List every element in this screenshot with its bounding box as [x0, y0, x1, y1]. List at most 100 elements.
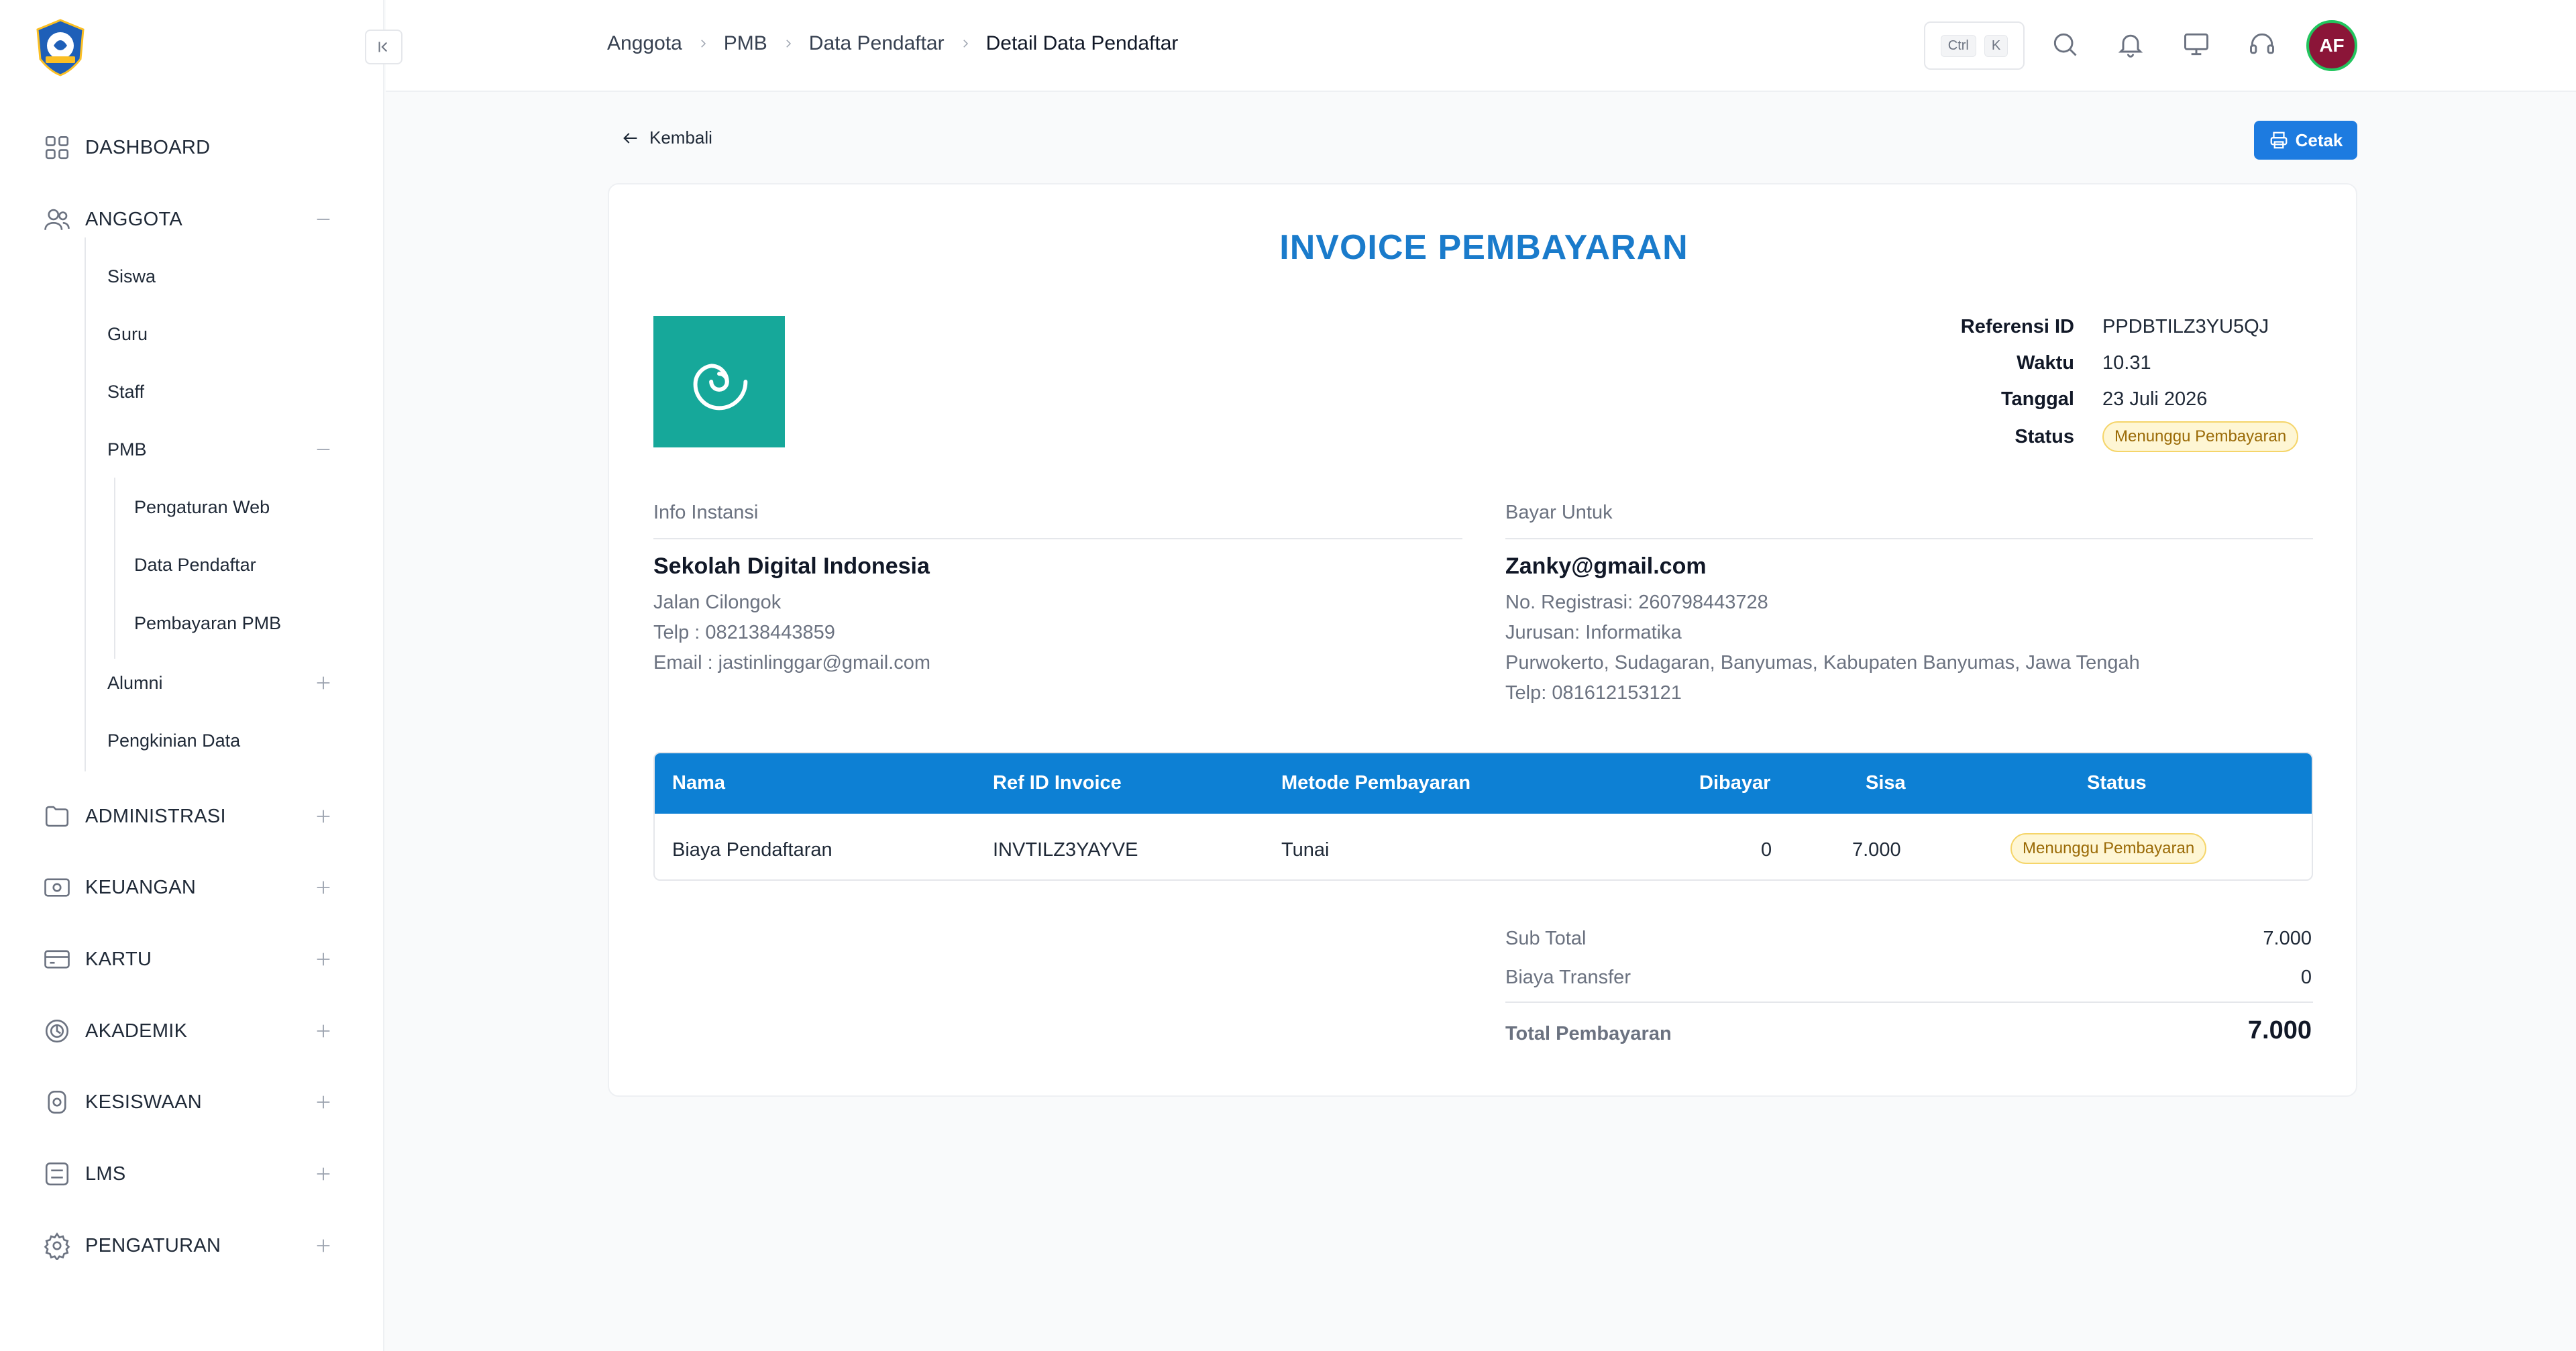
sidebar-item-label: KARTU: [85, 948, 152, 970]
breadcrumb-current: Detail Data Pendaftar: [985, 32, 1179, 54]
institution-name: Sekolah Digital Indonesia: [653, 553, 930, 579]
transfer-label: Biaya Transfer: [1505, 967, 1631, 988]
col-header-method: Metode Pembayaran: [1281, 772, 1471, 794]
payment-table: Nama Ref ID Invoice Metode Pembayaran Di…: [653, 752, 2313, 881]
plus-icon[interactable]: [314, 950, 333, 969]
payer-major: Jurusan: Informatika: [1505, 622, 1682, 643]
sidebar-item-pengaturan[interactable]: PENGATURAN: [0, 1226, 384, 1266]
cell-remaining: 7.000: [1852, 839, 1901, 861]
sidebar-item-label: DASHBOARD: [85, 136, 211, 158]
breadcrumb-pmb[interactable]: PMB: [724, 32, 767, 55]
col-header-ref: Ref ID Invoice: [993, 772, 1122, 794]
ref-id-value: PPDBTILZ3YU5QJ: [2102, 316, 2269, 337]
payer-heading: Bayar Untuk: [1505, 502, 1613, 523]
sidebar-subitem-pmb[interactable]: PMB: [107, 433, 335, 466]
sidebar-subitem-siswa[interactable]: Siswa: [107, 260, 156, 293]
plus-icon[interactable]: [314, 1165, 333, 1183]
institution-heading: Info Instansi: [653, 502, 759, 523]
academic-icon: [45, 1019, 69, 1043]
institution-email: Email : jastinlinggar@gmail.com: [653, 652, 931, 673]
print-label: Cetak: [2295, 129, 2343, 150]
avatar[interactable]: AF: [2306, 20, 2357, 71]
sidebar-item-administrasi[interactable]: ADMINISTRASI: [0, 796, 384, 836]
kbd-k: K: [1984, 34, 2008, 57]
payer-email: Zanky@gmail.com: [1505, 553, 1707, 579]
plus-icon[interactable]: [314, 878, 333, 897]
sidebar-subitem-pengaturan-web[interactable]: Pengaturan Web: [134, 490, 270, 524]
sidebar-subitem-pembayaran-pmb[interactable]: Pembayaran PMB: [134, 606, 281, 640]
sidebar-subitem-label: PMB: [107, 439, 147, 460]
sidebar-item-anggota[interactable]: ANGGOTA: [0, 199, 384, 239]
breadcrumb-anggota[interactable]: Anggota: [607, 32, 682, 55]
sidebar-item-label: PENGATURAN: [85, 1234, 221, 1256]
chevron-right-icon: [701, 40, 706, 48]
cell-status: Menunggu Pembayaran: [2010, 833, 2207, 864]
kbd-ctrl: Ctrl: [1940, 34, 1976, 57]
minus-icon[interactable]: [314, 440, 333, 459]
invoice-title: INVOICE PEMBAYARAN: [1279, 228, 1688, 267]
collapse-icon: [378, 42, 388, 52]
institution-address: Jalan Cilongok: [653, 592, 782, 613]
invoice-card: INVOICE PEMBAYARAN Referensi ID PPDBTILZ…: [608, 183, 2357, 1097]
chevron-right-icon: [963, 40, 968, 48]
date-value: 23 Juli 2026: [2102, 388, 2208, 410]
status-badge: Menunggu Pembayaran: [2102, 421, 2299, 452]
money-icon: [44, 878, 70, 897]
back-link[interactable]: Kembali: [621, 127, 712, 148]
search-icon[interactable]: [2050, 30, 2080, 59]
payer-registration: No. Registrasi: 260798443728: [1505, 592, 1768, 613]
list-icon: [45, 1162, 69, 1186]
grid-icon: [45, 136, 69, 160]
command-palette-shortcut[interactable]: Ctrl K: [1924, 21, 2025, 70]
plus-icon[interactable]: [314, 1093, 333, 1112]
subtotal-label: Sub Total: [1505, 928, 1587, 949]
sidebar-subitem-guru[interactable]: Guru: [107, 317, 148, 351]
student-icon: [48, 1090, 66, 1114]
bell-icon[interactable]: [2116, 30, 2145, 59]
plus-icon[interactable]: [314, 1022, 333, 1040]
sidebar-subitem-staff[interactable]: Staff: [107, 375, 144, 409]
support-icon[interactable]: [2247, 30, 2277, 59]
cell-paid: 0: [1761, 839, 1772, 861]
monitor-icon[interactable]: [2182, 30, 2211, 59]
divider: [653, 538, 1462, 539]
print-button[interactable]: Cetak: [2254, 121, 2357, 160]
total-value: 7.000: [2247, 1016, 2312, 1044]
sidebar-item-dashboard[interactable]: DASHBOARD: [0, 127, 384, 168]
sidebar-subitem-label: Alumni: [107, 672, 163, 693]
folder-icon: [45, 806, 69, 827]
collapse-sidebar-button[interactable]: [365, 30, 402, 64]
col-header-nama: Nama: [672, 772, 725, 794]
sidebar-item-kartu[interactable]: KARTU: [0, 939, 384, 979]
plus-icon[interactable]: [314, 1236, 333, 1255]
plus-icon[interactable]: [314, 673, 333, 692]
plus-icon[interactable]: [314, 807, 333, 826]
divider: [1505, 538, 2313, 539]
card-icon: [44, 950, 70, 969]
sidebar-item-akademik[interactable]: AKADEMIK: [0, 1011, 384, 1051]
col-header-paid: Dibayar: [1699, 772, 1771, 794]
institution-phone: Telp : 082138443859: [653, 622, 835, 643]
table-header: Nama Ref ID Invoice Metode Pembayaran Di…: [655, 753, 2312, 814]
sidebar: DASHBOARD ANGGOTA Siswa Guru Staff PMB P…: [0, 0, 384, 1351]
chevron-right-icon: [786, 40, 791, 48]
sidebar-item-keuangan[interactable]: KEUANGAN: [0, 867, 384, 908]
users-icon: [44, 209, 70, 230]
sidebar-subitem-pengkinian-data[interactable]: Pengkinian Data: [107, 724, 240, 757]
sidebar-subitem-alumni[interactable]: Alumni: [107, 666, 335, 700]
tut-wuri-logo[interactable]: [31, 17, 90, 76]
sidebar-item-lms[interactable]: LMS: [0, 1154, 384, 1194]
breadcrumb: Anggota PMB Data Pendaftar Detail Data P…: [607, 32, 1178, 55]
payer-address: Purwokerto, Sudagaran, Banyumas, Kabupat…: [1505, 652, 2140, 673]
date-label: Tanggal: [2000, 388, 2074, 410]
ref-id-label: Referensi ID: [1960, 316, 2074, 337]
sidebar-item-kesiswaan[interactable]: KESISWAAN: [0, 1082, 384, 1122]
col-header-remaining: Sisa: [1866, 772, 1906, 794]
breadcrumb-data-pendaftar[interactable]: Data Pendaftar: [809, 32, 945, 55]
cell-name: Biaya Pendaftaran: [672, 839, 833, 861]
sidebar-subitem-data-pendaftar[interactable]: Data Pendaftar: [134, 548, 256, 582]
cell-ref: INVTILZ3YAYVE: [993, 839, 1138, 861]
minus-icon[interactable]: [314, 210, 333, 229]
sidebar-item-label: LMS: [85, 1163, 126, 1185]
cell-method: Tunai: [1281, 839, 1330, 861]
